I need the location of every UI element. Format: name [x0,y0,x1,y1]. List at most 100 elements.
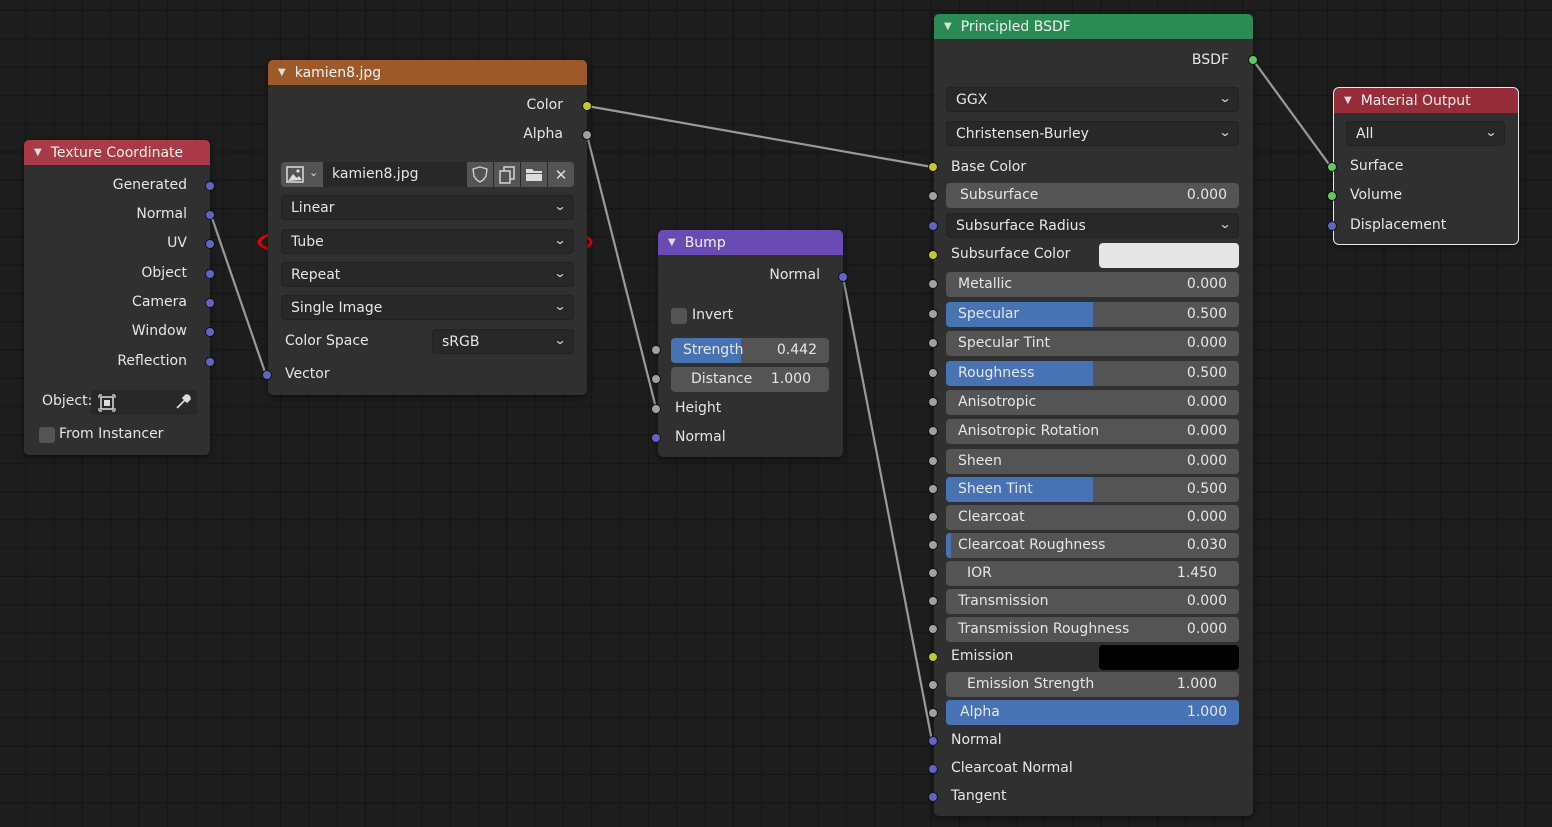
socket-sheen-tint-in[interactable] [928,484,938,494]
distribution-dropdown[interactable]: GGX ⌄ [946,87,1239,112]
principled-bsdf-node[interactable]: ▼ Principled BSDF BSDF GGX ⌄ Christensen… [934,14,1253,816]
socket-base-color-in[interactable] [928,162,938,172]
socket-roughness-in[interactable] [928,368,938,378]
subsurface-radius-dropdown[interactable]: Subsurface Radius ⌄ [946,213,1239,238]
principled-field-anisotropic-rotation[interactable]: Anisotropic Rotation 0.000 [946,419,1239,444]
image-selector[interactable]: ⌄ kamien8.jpg ✕ [281,162,574,187]
principled-field-transmission[interactable]: Transmission 0.000 [946,589,1239,614]
principled-field-roughness[interactable]: Roughness 0.500 [946,361,1239,386]
socket-subsurface-radius-in[interactable] [928,221,938,231]
unlink-image-button[interactable]: ✕ [548,162,574,187]
collapse-triangle-icon[interactable]: ▼ [278,67,286,78]
strength-slider[interactable]: Strength 0.442 [671,338,829,363]
alpha-slider[interactable]: Alpha 1.000 [946,700,1239,725]
socket-reflection-out[interactable] [205,357,215,367]
socket-uv-out[interactable] [205,239,215,249]
socket-anisotropic-rotation-in[interactable] [928,426,938,436]
socket-camera-out[interactable] [205,298,215,308]
principled-field-specular[interactable]: Specular 0.500 [946,302,1239,327]
socket-sheen-in[interactable] [928,456,938,466]
image-name[interactable]: kamien8.jpg [332,166,418,182]
principled-field-sheen[interactable]: Sheen 0.000 [946,449,1239,474]
node-header[interactable]: ▼ Texture Coordinate [24,140,210,165]
subsurface-method-dropdown[interactable]: Christensen-Burley ⌄ [946,121,1239,146]
distance-field[interactable]: Distance 1.000 [671,367,829,392]
eyedropper-icon[interactable] [174,393,192,411]
socket-vector-in[interactable] [262,370,272,380]
node-header[interactable]: ▼ kamien8.jpg [268,60,587,85]
extension-dropdown[interactable]: Repeat ⌄ [281,262,574,287]
socket-alpha-in[interactable] [928,708,938,718]
socket-height-in[interactable] [651,404,661,414]
emission-color-swatch[interactable] [1099,645,1239,670]
socket-anisotropic-in[interactable] [928,397,938,407]
socket-ior-in[interactable] [928,568,938,578]
subsurface-field[interactable]: Subsurface 0.000 [946,183,1239,208]
socket-subsurface-color-in[interactable] [928,250,938,260]
socket-transmission-roughness-in[interactable] [928,624,938,634]
principled-field-ior[interactable]: IOR 1.450 [946,561,1239,586]
socket-generated-out[interactable] [205,181,215,191]
socket-distance-in[interactable] [651,374,661,384]
socket-volume-in[interactable] [1327,191,1337,201]
socket-bsdf-out[interactable] [1248,55,1258,65]
emission-strength-field[interactable]: Emission Strength 1.000 [946,672,1239,697]
socket-normal-in[interactable] [651,433,661,443]
node-header[interactable]: ▼ Principled BSDF [934,14,1253,39]
color-space-dropdown[interactable]: sRGB ⌄ [432,329,574,354]
socket-bump-normal-out[interactable] [838,272,848,282]
duplicate-image-button[interactable] [494,162,520,187]
socket-surface-in[interactable] [1327,162,1337,172]
socket-window-out[interactable] [205,327,215,337]
field-value: 0.000 [1186,453,1227,469]
socket-specular-tint-in[interactable] [928,338,938,348]
projection-dropdown[interactable]: Tube ⌄ [281,229,574,254]
socket-strength-in[interactable] [651,345,661,355]
collapse-triangle-icon[interactable]: ▼ [34,147,42,158]
socket-normal-in[interactable] [928,736,938,746]
from-instancer-checkbox[interactable] [39,427,55,443]
object-picker-field[interactable] [91,390,197,415]
socket-tangent-in[interactable] [928,792,938,802]
socket-clearcoat-in[interactable] [928,512,938,522]
principled-field-transmission-roughness[interactable]: Transmission Roughness 0.000 [946,617,1239,642]
node-header[interactable]: ▼ Bump [658,230,843,255]
principled-field-metallic[interactable]: Metallic 0.000 [946,272,1239,297]
invert-checkbox[interactable] [671,308,687,324]
input-base-color: Base Color [951,159,1027,175]
subsurface-color-swatch[interactable] [1099,243,1239,268]
socket-subsurface-in[interactable] [928,191,938,201]
field-value: 0.000 [1186,423,1227,439]
collapse-triangle-icon[interactable]: ▼ [944,21,952,32]
principled-field-anisotropic[interactable]: Anisotropic 0.000 [946,390,1239,415]
principled-field-specular-tint[interactable]: Specular Tint 0.000 [946,331,1239,356]
socket-clearcoat-roughness-in[interactable] [928,540,938,550]
target-dropdown[interactable]: All ⌄ [1346,121,1505,146]
node-header[interactable]: ▼ Material Output [1334,88,1518,113]
socket-metallic-in[interactable] [928,279,938,289]
image-browse-button[interactable]: ⌄ [281,162,323,187]
texture-coordinate-node[interactable]: ▼ Texture Coordinate Generated Normal UV… [24,140,210,455]
bump-node[interactable]: ▼ Bump Normal Invert Strength 0.442 Dist… [658,230,843,457]
socket-transmission-in[interactable] [928,596,938,606]
socket-emission-in[interactable] [928,652,938,662]
collapse-triangle-icon[interactable]: ▼ [1344,95,1352,106]
material-output-node[interactable]: ▼ Material Output All ⌄ Surface Volume D… [1333,87,1519,245]
socket-normal-out[interactable] [205,210,215,220]
socket-clearcoat-normal-in[interactable] [928,764,938,774]
open-image-button[interactable] [521,162,547,187]
principled-field-sheen-tint[interactable]: Sheen Tint 0.500 [946,477,1239,502]
socket-specular-in[interactable] [928,309,938,319]
interpolation-dropdown[interactable]: Linear ⌄ [281,195,574,220]
image-texture-node[interactable]: ▼ kamien8.jpg Color Alpha ⌄ kamien8.jpg … [268,60,587,395]
socket-color-out[interactable] [582,101,592,111]
source-dropdown[interactable]: Single Image ⌄ [281,295,574,320]
principled-field-clearcoat-roughness[interactable]: Clearcoat Roughness 0.030 [946,533,1239,558]
socket-emission-strength-in[interactable] [928,680,938,690]
principled-field-clearcoat[interactable]: Clearcoat 0.000 [946,505,1239,530]
socket-object-out[interactable] [205,269,215,279]
socket-alpha-out[interactable] [582,130,592,140]
fake-user-button[interactable] [467,162,493,187]
socket-displacement-in[interactable] [1327,221,1337,231]
collapse-triangle-icon[interactable]: ▼ [668,237,676,248]
